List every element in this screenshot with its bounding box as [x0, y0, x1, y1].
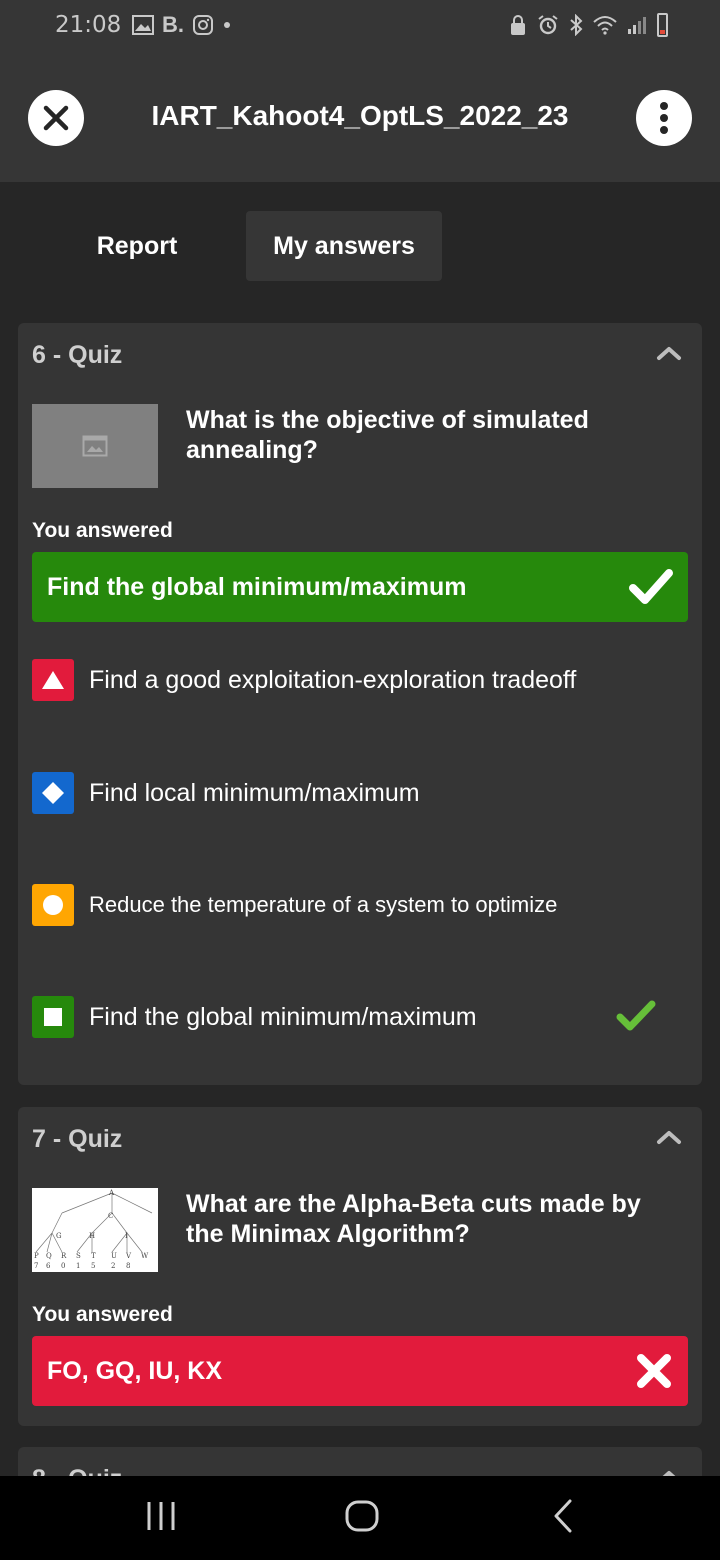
status-bar: 21:08 B. — [0, 0, 720, 56]
answer-option-correct: Find the global minimum/maximum — [32, 996, 688, 1038]
option-text: Reduce the temperature of a system to op… — [89, 892, 558, 917]
chevron-up-icon[interactable] — [656, 345, 682, 361]
svg-text:1: 1 — [76, 1262, 80, 1270]
dot-icon — [224, 22, 230, 28]
svg-text:U: U — [111, 1252, 117, 1260]
minimax-tree-image: A C G H I PQ R S T U V W 76 0 1 5 2 8 — [34, 1189, 153, 1270]
square-icon — [32, 996, 74, 1038]
question-card-7: 7 - Quiz A C G H I PQ R S T U V W 76 0 1 5 2 … — [18, 1107, 702, 1426]
close-icon — [43, 105, 69, 131]
diamond-icon — [32, 772, 74, 814]
svg-text:S: S — [76, 1252, 81, 1260]
option-text: Find local minimum/maximum — [89, 778, 420, 807]
svg-text:8: 8 — [126, 1262, 130, 1270]
svg-text:T: T — [91, 1252, 96, 1260]
booking-notification-icon: B. — [162, 12, 184, 37]
correct-check-icon — [616, 1000, 656, 1031]
svg-text:R: R — [61, 1252, 67, 1260]
svg-text:W: W — [141, 1252, 149, 1260]
image-icon — [82, 435, 108, 457]
status-time: 21:08 — [55, 12, 122, 38]
instagram-icon — [193, 15, 213, 35]
answer-option: Reduce the temperature of a system to op… — [32, 884, 688, 926]
svg-text:6: 6 — [46, 1262, 51, 1270]
question-image-tree: A C G H I PQ R S T U V W 76 0 1 5 2 8 — [32, 1188, 158, 1272]
circle-icon — [32, 884, 74, 926]
tab-my-answers[interactable]: My answers — [246, 211, 442, 281]
signal-icon — [628, 17, 646, 34]
tab-report[interactable]: Report — [58, 211, 216, 281]
question-image-placeholder — [32, 404, 158, 488]
svg-text:V: V — [125, 1252, 132, 1260]
system-nav-bar — [0, 1476, 720, 1560]
you-answered-label: You answered — [32, 1303, 173, 1326]
gallery-icon — [132, 15, 154, 35]
question-text: What is the objective of simulated annea… — [186, 406, 589, 464]
given-answer-correct: Find the global minimum/maximum — [32, 552, 688, 622]
lock-icon — [511, 15, 525, 35]
given-answer-text: FO, GQ, IU, KX — [47, 1356, 223, 1385]
wifi-icon — [593, 16, 617, 35]
battery-icon — [657, 13, 668, 37]
chevron-up-icon[interactable] — [656, 1129, 682, 1145]
question-card-6: 6 - Quiz What is the objective of simula… — [18, 323, 702, 1085]
svg-text:A: A — [108, 1189, 115, 1197]
question-title: 7 - Quiz — [32, 1125, 123, 1153]
you-answered-label: You answered — [32, 519, 173, 542]
given-answer-wrong: FO, GQ, IU, KX — [32, 1336, 688, 1406]
more-options-button[interactable] — [636, 90, 692, 146]
more-vertical-icon — [660, 102, 668, 134]
svg-text:2: 2 — [111, 1262, 115, 1270]
recent-apps-icon[interactable] — [146, 1496, 176, 1536]
triangle-icon — [32, 659, 74, 701]
answer-option: Find a good exploitation-exploration tra… — [32, 659, 688, 701]
answer-option: Find local minimum/maximum — [32, 772, 688, 814]
svg-text:5: 5 — [91, 1262, 95, 1270]
checkmark-icon — [629, 569, 673, 604]
back-icon[interactable] — [550, 1496, 576, 1536]
option-text: Find a good exploitation-exploration tra… — [89, 665, 577, 694]
svg-text:P: P — [34, 1252, 39, 1260]
cross-icon — [637, 1354, 671, 1388]
close-button[interactable] — [28, 90, 84, 146]
svg-text:H: H — [89, 1232, 95, 1240]
svg-text:0: 0 — [61, 1262, 65, 1270]
question-title: 6 - Quiz — [32, 341, 123, 369]
given-answer-text: Find the global minimum/maximum — [47, 572, 467, 601]
question-text: What are the Alpha-Beta cuts made by the… — [186, 1190, 641, 1248]
option-text: Find the global minimum/maximum — [89, 1002, 477, 1031]
svg-text:C: C — [108, 1212, 113, 1220]
svg-text:G: G — [56, 1232, 62, 1240]
alarm-icon — [538, 15, 558, 35]
svg-text:Q: Q — [46, 1252, 52, 1260]
app-header: IART_Kahoot4_OptLS_2022_23 — [0, 56, 720, 182]
svg-text:I: I — [125, 1232, 128, 1240]
bluetooth-icon — [570, 14, 583, 36]
page-title: IART_Kahoot4_OptLS_2022_23 — [151, 100, 569, 131]
svg-text:7: 7 — [34, 1262, 38, 1270]
home-icon[interactable] — [344, 1496, 380, 1536]
